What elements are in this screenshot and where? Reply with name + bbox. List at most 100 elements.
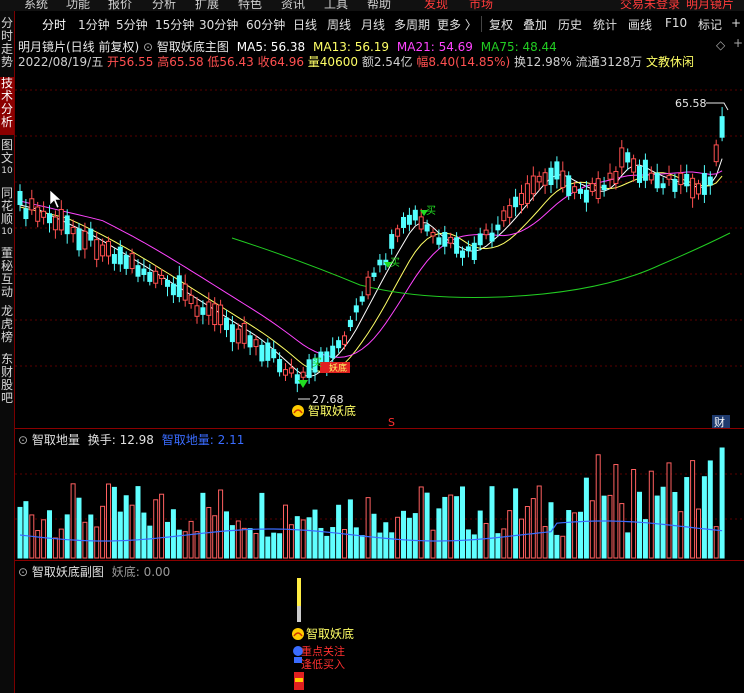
candle-body <box>613 171 619 184</box>
volume-bar <box>519 518 524 559</box>
candle-body <box>536 175 542 183</box>
buy-label: 买 <box>426 205 436 217</box>
volume-bar <box>648 470 654 559</box>
candle-body <box>477 233 483 246</box>
candle-body <box>713 144 719 163</box>
candle-body <box>35 206 41 222</box>
volume-bar <box>170 509 176 559</box>
volume-bar <box>271 532 277 559</box>
candle-body <box>583 189 589 203</box>
volume-bar <box>524 506 530 559</box>
s-marker[interactable]: S <box>388 416 395 429</box>
volume-bar <box>111 486 117 559</box>
bottom-signal-label: 智取妖底 <box>308 403 356 418</box>
buy-label: 买 <box>390 257 400 269</box>
candle-body <box>253 339 259 348</box>
candle-body <box>436 237 442 245</box>
candle-body <box>283 369 288 376</box>
volume-bar <box>147 525 153 559</box>
candle-body <box>666 175 672 180</box>
candle-body <box>707 176 713 186</box>
volume-bar <box>560 535 566 559</box>
volume-bar <box>176 529 182 559</box>
candle-body <box>701 172 707 195</box>
buy-label: 买 <box>312 357 322 369</box>
volume-bar <box>247 528 253 559</box>
volume-bar <box>159 493 165 559</box>
volume-bar <box>383 522 389 559</box>
candle-body <box>454 237 460 254</box>
volume-bar <box>607 494 613 559</box>
candle-body <box>64 215 70 235</box>
candle-body <box>212 303 218 326</box>
signal-bar <box>297 606 301 622</box>
candle-body <box>159 274 165 279</box>
high-price-label: 65.58 <box>675 97 707 110</box>
volume-bar <box>212 515 218 559</box>
volume-bar <box>47 510 52 559</box>
volume-bar <box>625 532 631 559</box>
volume-bar <box>306 517 312 559</box>
candle-body <box>412 209 418 221</box>
volume-bar <box>300 519 306 559</box>
volume-bar <box>200 492 206 559</box>
candle-body <box>519 192 524 205</box>
volume-bar <box>365 497 371 559</box>
volume-bar <box>76 497 82 559</box>
volume-bar <box>259 492 265 559</box>
volume-bar <box>94 526 100 559</box>
volume-bar <box>572 512 578 559</box>
volume-bar <box>253 532 259 559</box>
volume-bar <box>265 536 271 559</box>
volume-bar <box>283 504 288 559</box>
candle-body <box>176 275 182 298</box>
candle-body <box>566 175 572 197</box>
candle-body <box>371 272 377 277</box>
volume-bar <box>318 527 324 559</box>
candle-body <box>377 259 383 266</box>
volume-bar <box>589 500 595 559</box>
candle-body <box>448 236 454 244</box>
volume-bar <box>483 522 489 559</box>
mouse-cursor-icon <box>49 189 62 209</box>
volume-bar <box>460 486 465 559</box>
volume-bar <box>17 506 23 559</box>
candle-body <box>601 184 607 191</box>
candle-body <box>247 335 253 348</box>
volume-bar <box>41 519 47 559</box>
volume-bar <box>218 489 224 559</box>
volume-bar <box>619 503 625 559</box>
candle-body <box>548 167 554 186</box>
candle-body <box>513 196 519 208</box>
finance-marker[interactable]: 财 <box>714 415 725 429</box>
volume-bar <box>631 468 637 559</box>
sub-pane-signals: 智取妖底 重点关注 逢低买入 <box>292 578 354 690</box>
volume-bar <box>389 532 395 559</box>
volume-bar <box>642 519 648 559</box>
candle-body <box>542 172 548 186</box>
volume-bar <box>583 477 589 559</box>
candle-body <box>17 190 23 206</box>
volume-bar <box>477 510 483 559</box>
candle-body <box>241 323 247 344</box>
volume-bar <box>294 516 300 559</box>
volume-bar <box>277 533 283 559</box>
volume-bar <box>377 532 383 559</box>
candle-body <box>200 307 206 315</box>
candle-body <box>259 344 265 362</box>
volume-bar <box>235 520 241 559</box>
volume-bar <box>70 483 76 559</box>
signal-bar <box>295 678 303 682</box>
kline-chart[interactable]: 65.58 27.68 智取妖底 妖底 买 买 买 S 财 智取妖底 重点关注 <box>0 0 744 693</box>
candle-body <box>365 276 371 296</box>
candle-body <box>218 304 224 326</box>
candle-body <box>578 188 583 194</box>
volume-bar <box>359 535 365 559</box>
candle-body <box>560 170 566 189</box>
candle-body <box>684 173 690 187</box>
volume-bar <box>684 477 690 559</box>
volume-bar <box>578 511 583 559</box>
volume-bar <box>395 516 401 559</box>
volume-bar <box>165 521 170 559</box>
volume-bar <box>64 514 70 559</box>
